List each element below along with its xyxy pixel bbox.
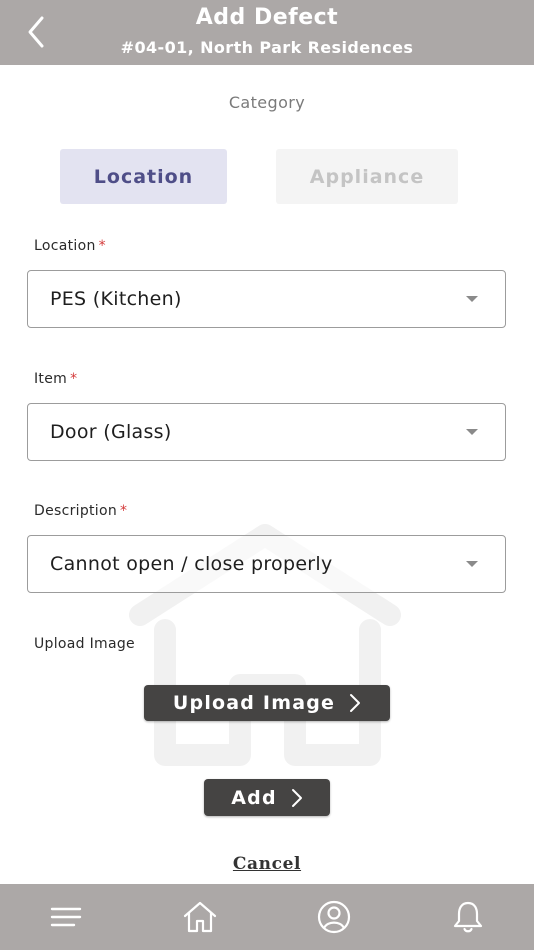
required-marker: *: [70, 371, 78, 387]
description-select-value: Cannot open / close properly: [50, 553, 333, 575]
required-marker: *: [120, 503, 128, 519]
chevron-down-icon: [466, 429, 478, 435]
bell-icon: [453, 901, 483, 933]
chevron-down-icon: [466, 296, 478, 302]
home-icon: [183, 901, 217, 933]
bottom-nav: [0, 884, 534, 950]
cancel-link[interactable]: Cancel: [0, 854, 534, 874]
menu-icon: [50, 907, 82, 927]
item-select-value: Door (Glass): [50, 421, 172, 443]
page-title: Add Defect: [195, 5, 339, 30]
location-field-label: Location *: [34, 238, 106, 254]
chevron-right-icon: [350, 694, 361, 712]
add-button[interactable]: Add: [204, 779, 330, 816]
upload-image-label: Upload Image: [34, 636, 135, 652]
location-select-value: PES (Kitchen): [50, 288, 182, 310]
add-button-label: Add: [231, 786, 277, 809]
upload-image-button-label: Upload Image: [172, 692, 336, 714]
description-label-text: Description: [34, 503, 118, 519]
chevron-right-icon: [291, 788, 302, 807]
description-select[interactable]: Cannot open / close properly: [27, 535, 506, 593]
item-label-text: Item: [34, 371, 68, 387]
tab-appliance[interactable]: Appliance: [276, 149, 458, 204]
chevron-down-icon: [466, 561, 478, 567]
required-marker: *: [98, 238, 106, 254]
item-field-label: Item *: [34, 371, 77, 387]
location-label-text: Location: [34, 238, 96, 254]
location-select[interactable]: PES (Kitchen): [27, 270, 506, 328]
category-label: Category: [228, 93, 306, 112]
item-select[interactable]: Door (Glass): [27, 403, 506, 461]
nav-home-button[interactable]: [182, 899, 218, 935]
profile-icon: [317, 900, 351, 934]
app-header: Add Defect #04-01, North Park Residences: [0, 0, 534, 65]
page-subtitle: #04-01, North Park Residences: [120, 38, 414, 57]
nav-profile-button[interactable]: [316, 899, 352, 935]
nav-menu-button[interactable]: [48, 899, 84, 935]
tab-location[interactable]: Location: [60, 149, 227, 204]
nav-notifications-button[interactable]: [450, 899, 486, 935]
upload-image-button[interactable]: Upload Image: [144, 685, 390, 721]
description-field-label: Description *: [34, 503, 127, 519]
